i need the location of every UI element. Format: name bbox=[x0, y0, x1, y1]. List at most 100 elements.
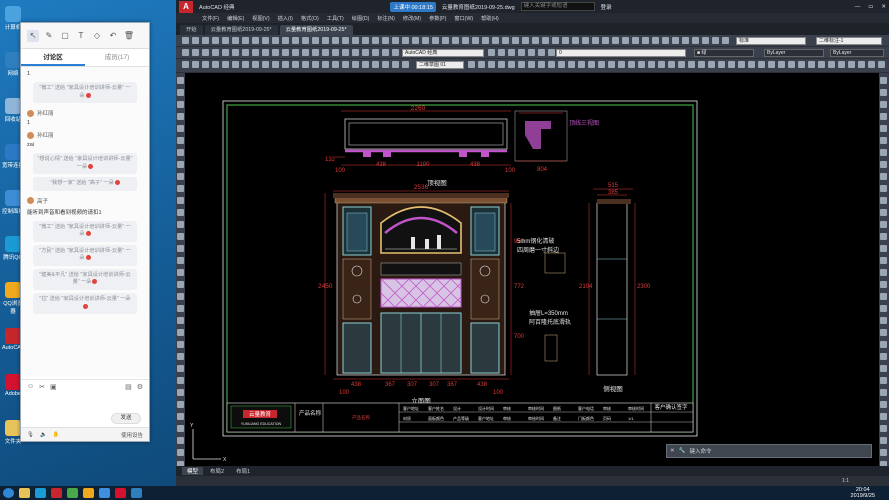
command-line[interactable]: ✕ 🔧 键入命令 bbox=[666, 444, 872, 458]
tool-icon[interactable] bbox=[880, 389, 887, 396]
toolbar-button-icon[interactable] bbox=[342, 49, 349, 56]
toolbar-button-icon[interactable] bbox=[572, 37, 579, 44]
toolbar-button-icon[interactable] bbox=[588, 61, 595, 68]
toolbar-button-icon[interactable] bbox=[332, 37, 339, 44]
tool-icon[interactable] bbox=[177, 293, 184, 300]
document-tab[interactable]: 云量教育图纸2019-09-25* bbox=[279, 25, 353, 35]
toolbar-button-icon[interactable] bbox=[382, 37, 389, 44]
tool-icon[interactable] bbox=[880, 161, 887, 168]
autocad-logo[interactable]: A bbox=[179, 0, 193, 13]
toolbar-button-icon[interactable] bbox=[612, 37, 619, 44]
layout-tab[interactable]: 模型 bbox=[182, 467, 204, 475]
class-timer[interactable]: 上课中 00:18:15 bbox=[390, 1, 436, 12]
menu-item[interactable]: 编辑(E) bbox=[227, 15, 244, 22]
toolbar-button-icon[interactable] bbox=[252, 49, 259, 56]
tool-icon[interactable] bbox=[177, 125, 184, 132]
toolbar-button-icon[interactable] bbox=[212, 61, 219, 68]
close-icon[interactable]: ✕ bbox=[670, 448, 675, 454]
toolbar-button-icon[interactable] bbox=[698, 61, 705, 68]
close-icon[interactable]: ✕ bbox=[881, 4, 886, 10]
toolbar-button-icon[interactable] bbox=[352, 49, 359, 56]
toolbar-button-icon[interactable] bbox=[688, 61, 695, 68]
tool-icon[interactable] bbox=[880, 137, 887, 144]
tool-icon[interactable] bbox=[177, 185, 184, 192]
autocad-task-icon[interactable] bbox=[51, 488, 62, 498]
minimize-icon[interactable]: — bbox=[855, 4, 861, 10]
toolbar-button-icon[interactable] bbox=[402, 37, 409, 44]
bottom-label[interactable]: 使用设告 bbox=[121, 431, 143, 439]
pen-icon[interactable]: ✎ bbox=[43, 30, 55, 42]
toolbar-button-icon[interactable] bbox=[202, 61, 209, 68]
toolbar-button-icon[interactable] bbox=[332, 49, 339, 56]
tool-icon[interactable] bbox=[177, 173, 184, 180]
tool-icon[interactable] bbox=[880, 149, 887, 156]
layer-select[interactable]: 0 bbox=[556, 49, 686, 57]
toolbar-button-icon[interactable] bbox=[722, 37, 729, 44]
toolbar-button-icon[interactable] bbox=[582, 37, 589, 44]
toolbar-button-icon[interactable] bbox=[668, 61, 675, 68]
toolbar-button-icon[interactable] bbox=[702, 37, 709, 44]
toolbar-button-icon[interactable] bbox=[542, 37, 549, 44]
toolbar-button-icon[interactable] bbox=[548, 49, 555, 56]
tool-icon[interactable] bbox=[880, 341, 887, 348]
toolbar-button-icon[interactable] bbox=[302, 49, 309, 56]
scissors-icon[interactable]: ✂ bbox=[39, 383, 45, 391]
toolbar-button-icon[interactable] bbox=[392, 61, 399, 68]
toolbar-button-icon[interactable] bbox=[682, 37, 689, 44]
menu-item[interactable]: 修改(M) bbox=[403, 15, 421, 22]
toolbar-button-icon[interactable] bbox=[292, 61, 299, 68]
toolbar-button-icon[interactable] bbox=[618, 61, 625, 68]
toolbar-button-icon[interactable] bbox=[192, 37, 199, 44]
toolbar-button-icon[interactable] bbox=[202, 37, 209, 44]
toolbar-button-icon[interactable] bbox=[848, 61, 855, 68]
toolbar-button-icon[interactable] bbox=[808, 61, 815, 68]
menu-item[interactable]: 帮助(H) bbox=[481, 15, 499, 22]
toolbar-button-icon[interactable] bbox=[342, 37, 349, 44]
document-tab[interactable]: 开始 bbox=[180, 25, 203, 35]
toolbar-button-icon[interactable] bbox=[442, 37, 449, 44]
toolbar-button-icon[interactable] bbox=[342, 61, 349, 68]
toolbar-button-icon[interactable] bbox=[432, 37, 439, 44]
chrome-icon[interactable] bbox=[67, 488, 78, 498]
toolbar-button-icon[interactable] bbox=[372, 37, 379, 44]
tool-icon[interactable] bbox=[177, 221, 184, 228]
toolbar-button-icon[interactable] bbox=[402, 61, 409, 68]
toolbar-button-icon[interactable] bbox=[828, 61, 835, 68]
tool-icon[interactable] bbox=[177, 329, 184, 336]
toolbar-button-icon[interactable] bbox=[332, 61, 339, 68]
toolbar-button-icon[interactable] bbox=[312, 49, 319, 56]
toolbar-button-icon[interactable] bbox=[652, 37, 659, 44]
toolbar-button-icon[interactable] bbox=[272, 61, 279, 68]
toolbar-button-icon[interactable] bbox=[562, 37, 569, 44]
dim-style-select[interactable]: 二维标注-1 bbox=[816, 37, 882, 45]
tool-icon[interactable] bbox=[880, 173, 887, 180]
toolbar-button-icon[interactable] bbox=[232, 37, 239, 44]
settings-icon[interactable]: ⚙ bbox=[137, 383, 143, 391]
tool-icon[interactable] bbox=[880, 317, 887, 324]
layout-tab[interactable]: 布局1 bbox=[231, 467, 255, 475]
tool-icon[interactable] bbox=[880, 377, 887, 384]
toolbar-button-icon[interactable] bbox=[212, 37, 219, 44]
adobe-task-icon[interactable] bbox=[115, 488, 126, 498]
toolbar-button-icon[interactable] bbox=[232, 49, 239, 56]
avatar[interactable] bbox=[27, 197, 34, 205]
tool-icon[interactable] bbox=[880, 353, 887, 360]
tool-icon[interactable] bbox=[880, 413, 887, 420]
toolbar-button-icon[interactable] bbox=[502, 37, 509, 44]
text-style-select[interactable]: 标准 bbox=[736, 37, 806, 45]
maximize-icon[interactable]: ▭ bbox=[868, 4, 873, 10]
toolbar-button-icon[interactable] bbox=[292, 49, 299, 56]
menu-item[interactable]: 窗口(W) bbox=[454, 15, 473, 22]
toolbar-button-icon[interactable] bbox=[662, 37, 669, 44]
workspace-select[interactable]: AutoCAD 经典 bbox=[402, 49, 484, 57]
browser-icon[interactable] bbox=[83, 488, 94, 498]
toolbar-button-icon[interactable] bbox=[768, 61, 775, 68]
tool-icon[interactable] bbox=[177, 305, 184, 312]
toolbar-button-icon[interactable] bbox=[538, 49, 545, 56]
explorer-icon[interactable] bbox=[19, 488, 30, 498]
toolbar-button-icon[interactable] bbox=[202, 49, 209, 56]
toolbar-button-icon[interactable] bbox=[362, 37, 369, 44]
toolbar-button-icon[interactable] bbox=[488, 61, 495, 68]
toolbar-button-icon[interactable] bbox=[392, 37, 399, 44]
tool-icon[interactable] bbox=[177, 437, 184, 444]
